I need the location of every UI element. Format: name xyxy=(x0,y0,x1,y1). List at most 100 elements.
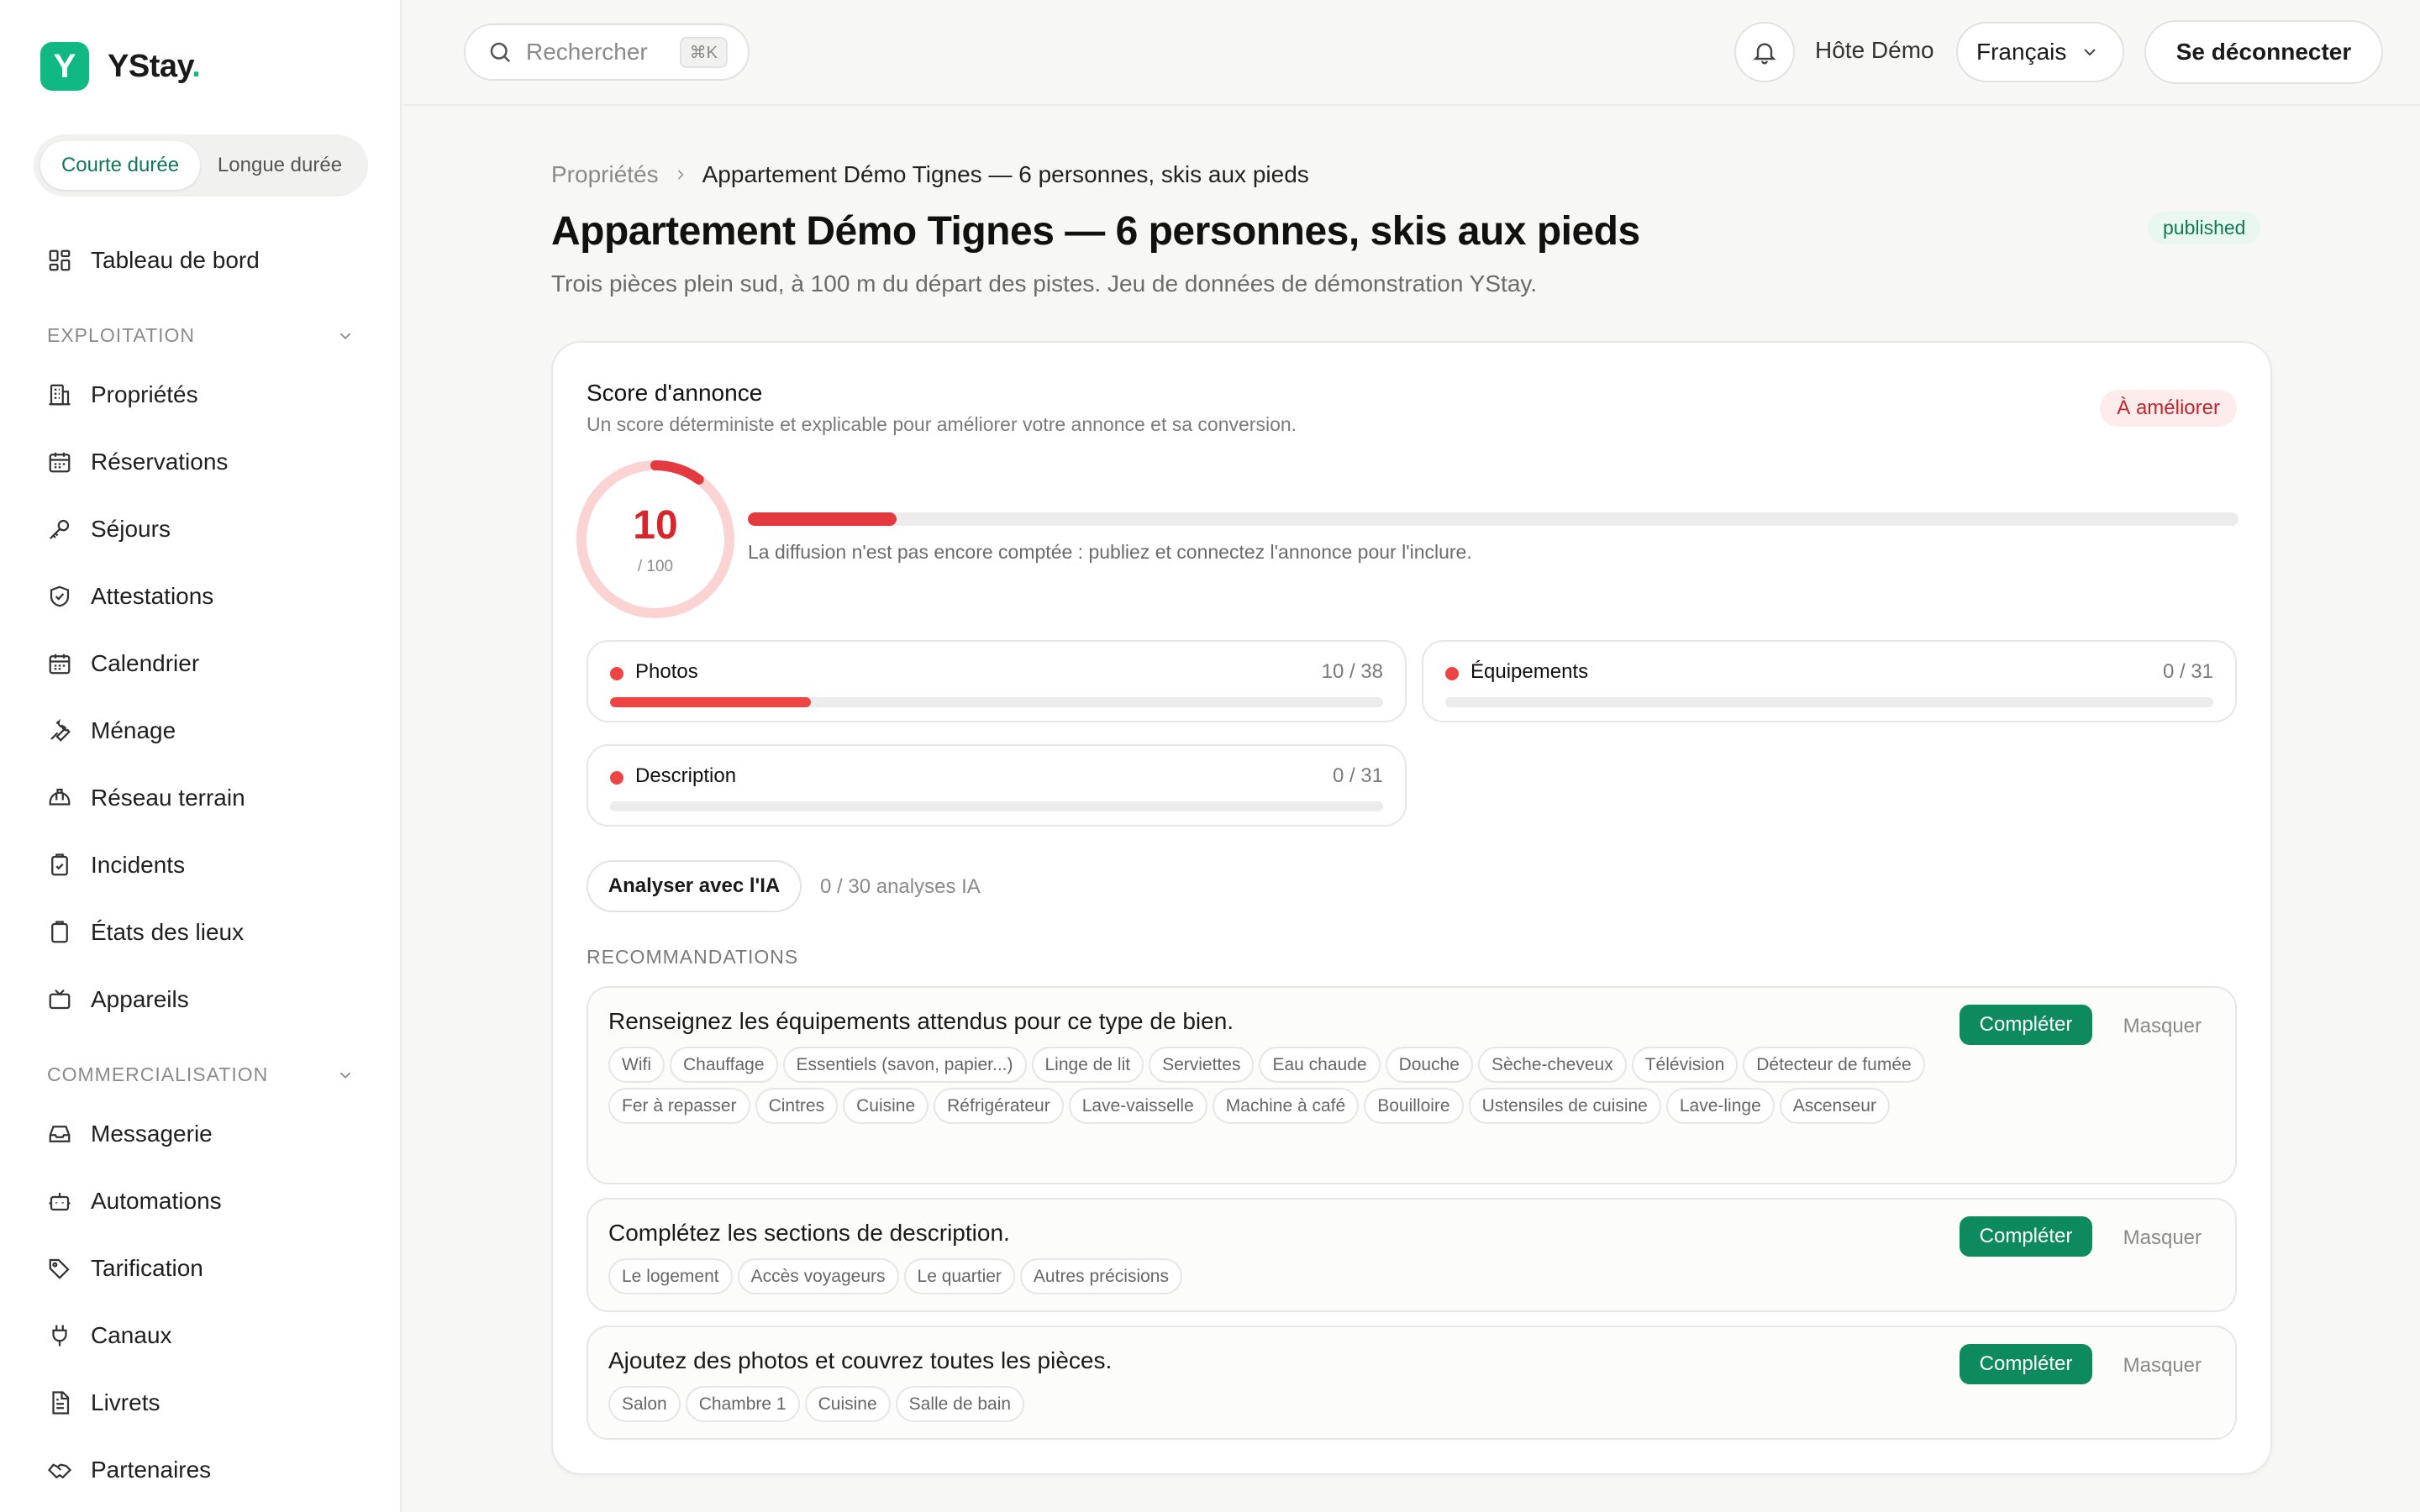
sidebar-item-devices[interactable]: Appareils xyxy=(47,976,189,1023)
sidebar-item-label: Propriétés xyxy=(91,381,198,407)
sidebar-item-calendar[interactable]: Calendrier xyxy=(47,640,199,687)
topbar: Rechercher ⌘K Hôte Démo Français Se déco… xyxy=(403,0,2420,106)
sidebar-item-cleaning[interactable]: Ménage xyxy=(47,707,176,754)
complete-button[interactable]: Compléter xyxy=(1960,1344,2092,1384)
tag-list: Salon Chambre 1 Cuisine Salle de bain xyxy=(608,1386,1961,1422)
brand-name-text: YStay xyxy=(108,48,192,84)
tag-chip: Fer à repasser xyxy=(608,1088,750,1124)
status-badge: published xyxy=(2148,212,2261,244)
score-note: La diffusion n'est pas encore comptée : … xyxy=(748,541,1472,563)
section-commercialisation[interactable]: COMMERCIALISATION xyxy=(47,1063,355,1086)
tags-icon xyxy=(49,1258,70,1279)
metric-label: Photos xyxy=(635,660,698,683)
hide-button[interactable]: Masquer xyxy=(2123,1354,2202,1378)
chevron-right-icon xyxy=(672,166,689,183)
metric-progress-bar xyxy=(610,697,1383,707)
chevron-down-icon xyxy=(339,1072,351,1079)
file-text-icon xyxy=(52,1391,70,1415)
sidebar-item-label: Canaux xyxy=(91,1322,172,1348)
building-icon xyxy=(49,384,71,406)
status-dot xyxy=(610,771,623,785)
plug-icon xyxy=(52,1325,67,1347)
tag-chip: Ustensiles de cuisine xyxy=(1468,1088,1661,1124)
sidebar-item-pricing[interactable]: Tarification xyxy=(47,1245,203,1292)
metric-label: Description xyxy=(635,764,737,787)
bot-icon xyxy=(49,1193,71,1211)
metric-count: 0 / 31 xyxy=(2162,660,2213,683)
tag-chip: Salle de bain xyxy=(895,1386,1025,1422)
metric-label: Équipements xyxy=(1470,660,1589,683)
search-icon xyxy=(490,42,511,63)
sidebar-item-label: Automations xyxy=(91,1188,222,1214)
tag-chip: Lave-vaisselle xyxy=(1068,1088,1207,1124)
duration-short-button[interactable]: Courte durée xyxy=(40,141,200,190)
sidebar-item-label: Messagerie xyxy=(91,1121,213,1147)
tag-chip: Chauffage xyxy=(670,1047,778,1083)
tag-chip: Wifi xyxy=(608,1047,665,1083)
metric-progress-bar xyxy=(610,801,1383,811)
tag-chip: Le quartier xyxy=(903,1258,1015,1294)
tag-chip: Machine à café xyxy=(1212,1088,1360,1124)
sidebar-item-messaging[interactable]: Messagerie xyxy=(47,1110,213,1158)
section-exploitation[interactable]: EXPLOITATION xyxy=(47,324,355,347)
sidebar-item-stays[interactable]: Séjours xyxy=(47,506,171,553)
logout-button[interactable]: Se déconnecter xyxy=(2144,20,2383,84)
breadcrumb-current: Appartement Démo Tignes — 6 personnes, s… xyxy=(702,161,1309,187)
tag-chip: Cuisine xyxy=(843,1088,929,1124)
sidebar-item-field-network[interactable]: Réseau terrain xyxy=(47,774,245,822)
sidebar-item-label: Partenaires xyxy=(91,1457,212,1483)
tag-list: Le logement Accès voyageurs Le quartier Aut… xyxy=(608,1258,1961,1294)
sidebar-item-label: Incidents xyxy=(91,852,186,878)
tag-chip: Autres précisions xyxy=(1019,1258,1182,1294)
tag-chip: Eau chaude xyxy=(1259,1047,1381,1083)
score-max: / 100 xyxy=(637,558,674,575)
calendar-icon xyxy=(49,452,71,473)
search-shortcut: ⌘K xyxy=(679,36,728,68)
score-title: Score d'annonce xyxy=(587,380,763,406)
sidebar-item-channels[interactable]: Canaux xyxy=(47,1312,172,1359)
key-icon xyxy=(49,519,70,540)
sidebar-item-partners[interactable]: Partenaires xyxy=(47,1446,211,1494)
hide-button[interactable]: Masquer xyxy=(2123,1226,2202,1250)
complete-button[interactable]: Compléter xyxy=(1960,1005,2092,1045)
search-input[interactable]: Rechercher ⌘K xyxy=(464,24,750,81)
tag-chip: Accès voyageurs xyxy=(737,1258,899,1294)
clipboard-check-icon xyxy=(51,853,68,876)
tag-chip: Salon xyxy=(608,1386,681,1422)
sidebar-item-inventories[interactable]: États des lieux xyxy=(47,909,244,956)
inbox-icon xyxy=(49,1126,71,1142)
tag-chip: Télévision xyxy=(1631,1047,1739,1083)
handshake-icon xyxy=(47,1463,72,1479)
shield-check-icon xyxy=(50,585,70,607)
tag-chip: Linge de lit xyxy=(1031,1047,1144,1083)
complete-button[interactable]: Compléter xyxy=(1960,1216,2092,1257)
tag-chip: Cintres xyxy=(755,1088,839,1124)
sidebar-item-automations[interactable]: Automations xyxy=(47,1178,222,1225)
metric-description: Description 0 / 31 xyxy=(587,744,1407,827)
sidebar-item-guidebooks[interactable]: Livrets xyxy=(47,1379,160,1426)
recommendation-title: Complétez les sections de description. xyxy=(608,1220,1010,1246)
language-select[interactable]: Français xyxy=(1956,22,2124,82)
analyze-ai-button[interactable]: Analyser avec l'IA xyxy=(587,860,802,912)
score-progress-fill xyxy=(748,512,897,526)
brand[interactable]: Y YStay. xyxy=(40,42,201,91)
breadcrumb-properties-link[interactable]: Propriétés xyxy=(551,161,659,188)
duration-long-button[interactable]: Longue durée xyxy=(200,141,360,190)
sidebar-item-reservations[interactable]: Réservations xyxy=(47,438,228,486)
sidebar-item-attestations[interactable]: Attestations xyxy=(47,573,213,620)
hide-button[interactable]: Masquer xyxy=(2123,1015,2202,1038)
metric-count: 10 / 38 xyxy=(1321,660,1383,683)
score-subtitle: Un score déterministe et explicable pour… xyxy=(587,413,1297,435)
notifications-button[interactable] xyxy=(1734,22,1795,82)
tag-chip: Ascenseur xyxy=(1779,1088,1890,1124)
duration-toggle: Courte durée Longue durée xyxy=(34,134,368,197)
hard-hat-icon xyxy=(49,788,71,806)
sidebar-item-incidents[interactable]: Incidents xyxy=(47,842,185,889)
tag-chip: Cuisine xyxy=(804,1386,891,1422)
recommendations-heading: RECOMMANDATIONS xyxy=(587,946,799,968)
sidebar-item-label: Ménage xyxy=(91,717,176,743)
sidebar-item-properties[interactable]: Propriétés xyxy=(47,371,198,418)
recommendation-description: Complétez les sections de description. C… xyxy=(587,1198,2237,1312)
sidebar-item-dashboard[interactable]: Tableau de bord xyxy=(47,237,260,284)
brand-name: YStay. xyxy=(108,48,201,85)
